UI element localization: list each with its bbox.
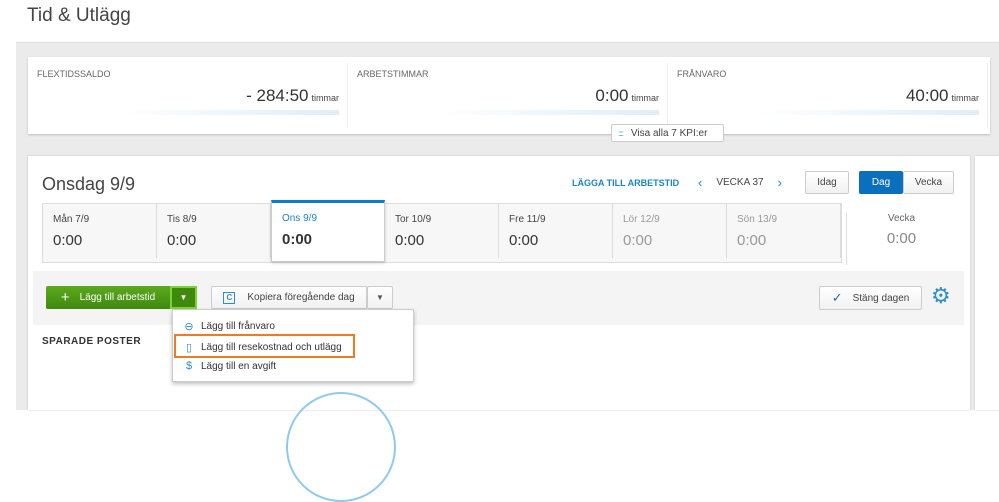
show-all-kpis-label: Visa alla 7 KPI:er: [630, 127, 708, 139]
menu-item-label: Lägg till en avgift: [201, 360, 277, 372]
day-label: Mån 7/9: [53, 214, 90, 225]
kpi-bar: [439, 110, 659, 115]
kpi-label: FLEXTIDSSALDO: [37, 69, 111, 79]
add-work-time-split-button: + Lägg till arbetstid ▼: [46, 286, 197, 309]
empty-state-illustration: [286, 392, 396, 502]
add-work-time-link[interactable]: LÄGGA TILL ARBETSTID: [572, 178, 679, 188]
add-work-time-button[interactable]: + Lägg till arbetstid: [46, 286, 170, 309]
kpi-number: 40:00: [905, 86, 949, 105]
kpi-panel: FLEXTIDSSALDO - 284:50 timmar ARBETSTIMMA…: [28, 57, 990, 134]
copy-previous-day-button[interactable]: C Kopiera föregående dag: [211, 286, 367, 309]
day-cell[interactable]: Sön 13/9 0:00: [727, 204, 841, 258]
day-label: Ons 9/9: [282, 213, 318, 224]
day-hours: 0:00: [167, 232, 197, 249]
page-title: Tid & Utlägg: [27, 5, 131, 26]
close-day-button[interactable]: ✓ Stäng dagen: [819, 286, 922, 310]
day-hours: 0:00: [395, 232, 425, 249]
day-cell-selected[interactable]: Ons 9/9 0:00: [271, 200, 385, 262]
day-cell[interactable]: Fre 11/9 0:00: [499, 204, 613, 258]
day-hours: 0:00: [623, 232, 653, 249]
close-day-label: Stäng dagen: [852, 292, 910, 304]
plus-icon: +: [60, 289, 70, 306]
saved-entries-heading: SPARADE POSTER: [42, 336, 142, 347]
view-week-button[interactable]: Vecka: [903, 171, 954, 194]
week-label: VECKA 37: [716, 177, 764, 188]
day-title: Onsdag 9/9: [42, 174, 136, 194]
day-hours: 0:00: [509, 232, 539, 249]
dollar-document-icon: $: [185, 360, 193, 372]
add-work-time-dropdown-caret[interactable]: ▼: [170, 286, 197, 309]
minus-circle-icon: ⊖: [184, 321, 194, 333]
kpi-bar: [119, 110, 339, 115]
view-toggle: Dag Vecka: [859, 171, 954, 194]
week-total: Vecka 0:00: [846, 213, 956, 265]
day-label: Tor 10/9: [395, 214, 432, 225]
today-button[interactable]: Idag: [805, 171, 849, 194]
copy-dropdown-caret[interactable]: ▼: [367, 286, 393, 309]
chevron-left-icon[interactable]: ‹: [698, 175, 702, 190]
kpi-flextid: FLEXTIDSSALDO - 284:50 timmar: [28, 63, 348, 128]
week-nav: ‹ VECKA 37 ›: [698, 175, 782, 190]
menu-item-label: Lägg till frånvaro: [201, 321, 275, 332]
view-day-button[interactable]: Dag: [859, 171, 903, 194]
day-hours: 0:00: [53, 232, 83, 249]
kpi-arbetstimmar: ARBETSTIMMAR 0:00 timmar: [348, 63, 668, 128]
day-label: Lör 12/9: [623, 214, 660, 225]
kpi-unit: timmar: [951, 93, 980, 103]
day-label: Fre 11/9: [509, 214, 546, 225]
day-cell[interactable]: Tor 10/9 0:00: [385, 204, 499, 258]
kpi-label: FRÅNVARO: [677, 69, 727, 79]
side-card: [975, 156, 999, 410]
copy-previous-label: Kopiera föregående dag: [247, 292, 355, 303]
week-total-label: Vecka: [887, 213, 916, 224]
week-total-value: 0:00: [886, 230, 917, 247]
calendar-copy-icon: C: [223, 291, 236, 304]
day-label: Sön 13/9: [737, 214, 778, 225]
highlight-box: [174, 334, 355, 358]
show-all-kpis-button[interactable]: :::: Visa alla 7 KPI:er: [611, 124, 724, 142]
week-strip: Mån 7/9 0:00 Tis 8/9 0:00 Ons 9/9 0:00 Tor …: [42, 200, 842, 263]
menu-item-add-fee[interactable]: $ Lägg till en avgift: [183, 360, 276, 372]
kpi-value: 40:00 timmar: [906, 86, 979, 106]
kpi-value: - 284:50 timmar: [246, 86, 339, 106]
add-work-time-label: Lägg till arbetstid: [79, 292, 156, 303]
kpi-label: ARBETSTIMMAR: [357, 69, 429, 79]
kpi-bar: [759, 110, 979, 115]
day-cell[interactable]: Tis 8/9 0:00: [157, 204, 271, 258]
gear-icon[interactable]: ⚙: [931, 285, 951, 307]
kpi-franvaro: FRÅNVARO 40:00 timmar: [668, 63, 988, 128]
day-hours: 0:00: [737, 232, 767, 249]
grid-icon: ::::: [618, 128, 624, 138]
day-hours: 0:00: [282, 231, 313, 248]
day-card: Onsdag 9/9 LÄGGA TILL ARBETSTID ‹ VECKA …: [28, 156, 970, 410]
copy-previous-split-button: C Kopiera föregående dag ▼: [211, 286, 393, 309]
check-icon: ✓: [831, 290, 843, 305]
day-cell[interactable]: Mån 7/9 0:00: [43, 204, 157, 258]
menu-item-add-absence[interactable]: ⊖ Lägg till frånvaro: [183, 320, 275, 333]
day-label: Tis 8/9: [167, 214, 197, 225]
chevron-right-icon[interactable]: ›: [778, 175, 782, 190]
kpi-unit: timmar: [311, 93, 340, 103]
kpi-value: 0:00 timmar: [595, 86, 659, 106]
kpi-number: - 284:50: [246, 86, 309, 105]
day-cell[interactable]: Lör 12/9 0:00: [613, 204, 727, 258]
kpi-number: 0:00: [595, 86, 629, 105]
kpi-unit: timmar: [631, 93, 660, 103]
